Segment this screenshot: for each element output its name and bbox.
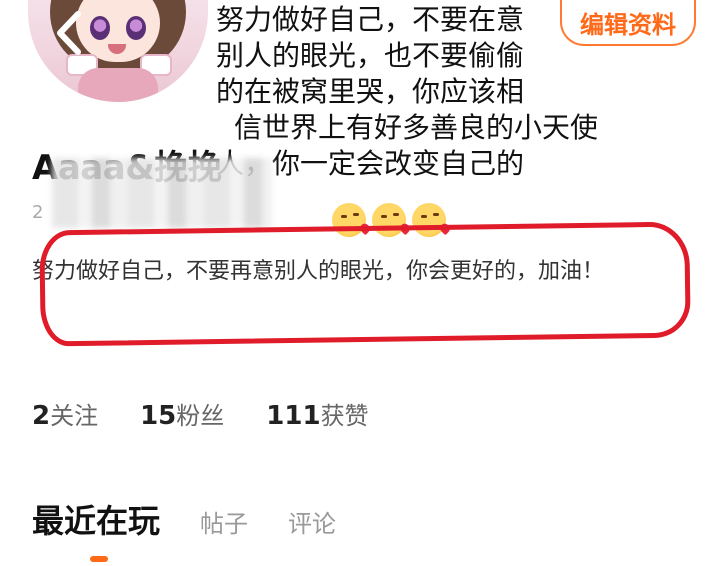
overlay-line: 的在被窝里哭，你应该相 bbox=[216, 75, 525, 108]
profile-tabs: 最近在玩 帖子 评论 bbox=[32, 496, 336, 542]
likes-label: 获赞 bbox=[320, 402, 369, 430]
tab-comments[interactable]: 评论 bbox=[288, 504, 336, 539]
redacted-info bbox=[52, 158, 272, 228]
likes-count: 111 bbox=[266, 401, 321, 431]
fans-label: 粉丝 bbox=[176, 402, 225, 430]
fans-count: 15 bbox=[140, 401, 177, 431]
tab-posts[interactable]: 帖子 bbox=[200, 504, 248, 539]
following-count: 2 bbox=[32, 401, 51, 431]
tab-recently-played[interactable]: 最近在玩 bbox=[32, 496, 160, 542]
overlay-line: 人，你一定会改变自己的 bbox=[216, 147, 525, 180]
active-tab-indicator bbox=[90, 556, 108, 562]
avatar-mouth bbox=[108, 44, 126, 54]
back-arrow-icon[interactable] bbox=[50, 8, 90, 58]
fans-stat[interactable]: 15粉丝 bbox=[140, 396, 224, 431]
following-stat[interactable]: 2关注 bbox=[32, 396, 98, 431]
user-id: 2 bbox=[32, 202, 44, 223]
avatar-eye-right bbox=[126, 16, 146, 40]
overlay-line: 信世界上有好多善良的小天使 bbox=[234, 111, 599, 144]
avatar-shirt bbox=[78, 68, 158, 102]
annotation-circle bbox=[39, 221, 691, 347]
edit-profile-button[interactable]: 编辑资料 bbox=[560, 0, 696, 46]
following-label: 关注 bbox=[50, 402, 99, 430]
profile-stats: 2关注 15粉丝 111获赞 bbox=[32, 396, 369, 431]
likes-stat[interactable]: 111获赞 bbox=[266, 396, 368, 431]
avatar-eye-left bbox=[90, 16, 110, 40]
